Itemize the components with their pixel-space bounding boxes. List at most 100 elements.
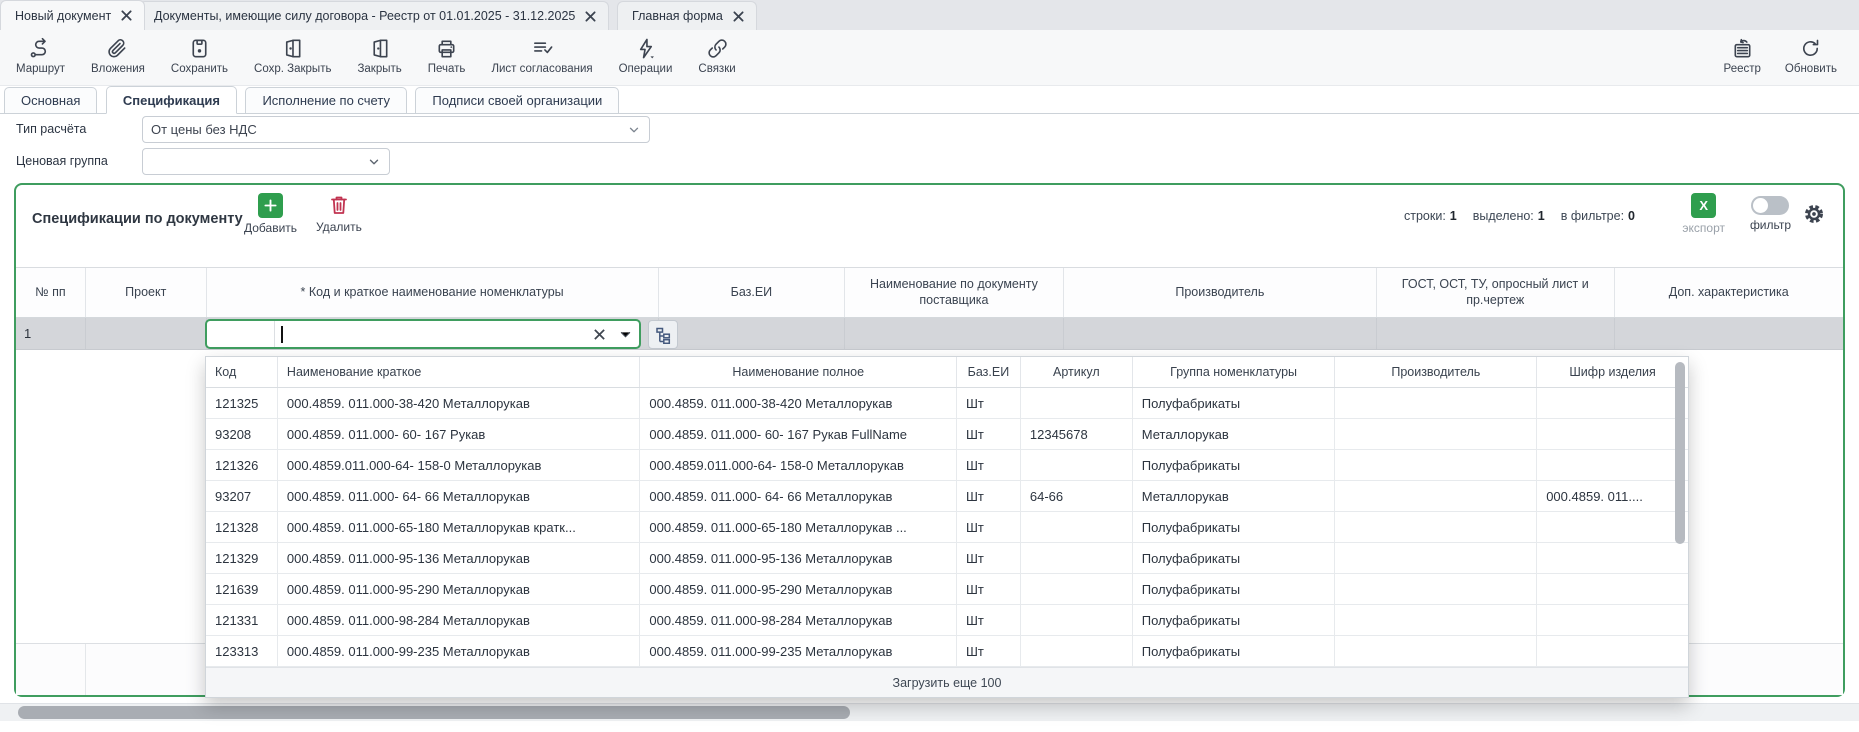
lookup-code: 121329 [206,543,278,573]
grid-column-header[interactable]: Баз.ЕИ [659,268,846,317]
attachments-button[interactable]: Вложения [91,30,145,75]
close-icon[interactable] [733,11,744,22]
load-more-button[interactable]: Загрузить еще 100 [206,667,1688,697]
window-tab-main-form[interactable]: Главная форма [617,1,757,30]
close-icon[interactable] [121,10,132,21]
paperclip-icon [106,37,129,60]
toolbar-label: Реестр [1724,63,1761,75]
lookup-full-name: 000.4859. 011.000-98-284 Металлорукав [640,605,957,635]
save-close-icon [281,37,304,60]
save-close-button[interactable]: Сохр. Закрыть [254,30,331,75]
lookup-row[interactable]: 93207 000.4859. 011.000- 64- 66 Металлор… [206,481,1688,512]
grid-column-header[interactable]: Доп. характеристика [1615,268,1844,317]
lookup-column-header[interactable]: Код [206,357,278,387]
toolbar-label: Вложения [91,63,145,75]
lookup-unit: Шт [957,450,1021,480]
lookup-column-header[interactable]: Наименование краткое [278,357,641,387]
approval-sheet-button[interactable]: Лист согласования [491,30,592,75]
add-row-button[interactable]: Добавить [244,193,297,235]
clear-icon[interactable] [587,328,612,341]
calc-type-value: От цены без НДС [151,122,257,137]
lookup-column-header[interactable]: Группа номенклатуры [1133,357,1336,387]
settings-gear-button[interactable] [1801,201,1827,227]
export-button[interactable]: X экспорт [1682,193,1725,235]
refresh-button[interactable]: Обновить [1785,30,1837,75]
lookup-manufacturer [1335,636,1537,666]
lookup-unit: Шт [957,543,1021,573]
approval-list-icon [531,37,554,60]
price-group-select[interactable] [142,148,390,175]
route-button[interactable]: Маршрут [16,30,65,75]
tab-specification[interactable]: Спецификация [106,86,237,114]
toolbar-label: Сохранить [171,63,228,75]
close-icon[interactable] [585,11,596,22]
lookup-group: Полуфабрикаты [1133,450,1336,480]
toggle-off-icon [1751,196,1789,215]
grid-column-header[interactable]: Проект [86,268,207,317]
lookup-row[interactable]: 121328 000.4859. 011.000-65-180 Металлор… [206,512,1688,543]
lookup-short-name: 000.4859.011.000-64- 158-0 Металлорукав [278,450,641,480]
grid-column-header[interactable]: Производитель [1064,268,1377,317]
lookup-code: 93207 [206,481,278,511]
lookup-article [1021,543,1133,573]
export-label: экспорт [1682,221,1725,235]
operations-button[interactable]: Операции [619,30,673,75]
toolbar-label: Связки [698,63,735,75]
lookup-row[interactable]: 93208 000.4859. 011.000- 60- 167 Рукав 0… [206,419,1688,450]
tab-own-org-signatures[interactable]: Подписи своей организации [415,87,619,114]
calc-type-select[interactable]: От цены без НДС [142,116,650,143]
tree-view-button[interactable] [648,320,678,349]
window-tab-registry[interactable]: Документы, имеющие силу договора - Реест… [139,1,609,30]
lookup-row[interactable]: 121329 000.4859. 011.000-95-136 Металлор… [206,543,1688,574]
lookup-short-name: 000.4859. 011.000- 64- 66 Металлорукав [278,481,641,511]
tab-main[interactable]: Основная [4,87,97,114]
window-tab-new-document[interactable]: Новый документ [0,0,145,30]
lookup-column-header[interactable]: Баз.ЕИ [957,357,1021,387]
lookup-manufacturer [1335,574,1537,604]
horizontal-scrollbar [0,703,1859,721]
chevron-down-icon[interactable] [612,327,639,342]
lookup-column-header[interactable]: Артикул [1021,357,1133,387]
tab-invoice-execution[interactable]: Исполнение по счету [245,87,407,114]
links-button[interactable]: Связки [698,30,735,75]
window-tab-label: Новый документ [15,9,111,23]
lookup-short-name: 000.4859. 011.000- 60- 167 Рукав [278,419,641,449]
lookup-unit: Шт [957,419,1021,449]
print-button[interactable]: Печать [428,30,466,75]
grid-column-header[interactable]: Наименование по документу поставщика [845,268,1064,317]
lookup-row[interactable]: 121326 000.4859.011.000-64- 158-0 Металл… [206,450,1688,481]
vertical-scrollbar-thumb[interactable] [1675,362,1685,544]
delete-row-button[interactable]: Удалить [316,193,362,234]
lookup-row[interactable]: 121331 000.4859. 011.000-98-284 Металлор… [206,605,1688,636]
lookup-short-name: 000.4859. 011.000-95-290 Металлорукав [278,574,641,604]
add-row-label: Добавить [244,221,297,235]
lookup-group: Полуфабрикаты [1133,636,1336,666]
delete-row-label: Удалить [316,220,362,234]
save-button[interactable]: Сохранить [171,30,228,75]
lookup-article: 12345678 [1021,419,1133,449]
lookup-cipher [1537,419,1688,449]
registry-icon [1731,37,1754,60]
nomenclature-combobox[interactable] [205,319,641,349]
registry-button[interactable]: Реестр [1724,30,1761,75]
save-icon [188,37,211,60]
tab-label: Исполнение по счету [262,93,390,108]
lookup-column-header[interactable]: Производитель [1335,357,1537,387]
nomenclature-search-input[interactable] [275,321,587,347]
lookup-row[interactable]: 121639 000.4859. 011.000-95-290 Металлор… [206,574,1688,605]
filter-toggle[interactable]: фильтр [1750,193,1791,232]
close-button[interactable]: Закрыть [357,30,401,75]
lookup-unit: Шт [957,636,1021,666]
lookup-column-header[interactable]: Наименование полное [640,357,957,387]
grid-column-header[interactable]: № пп [16,268,86,317]
lookup-short-name: 000.4859. 011.000-95-136 Металлорукав [278,543,641,573]
lookup-row[interactable]: 123313 000.4859. 011.000-99-235 Металлор… [206,636,1688,667]
lookup-column-header[interactable]: Шифр изделия [1537,357,1688,387]
lookup-row[interactable]: 121325 000.4859. 011.000-38-420 Металлор… [206,388,1688,419]
code-segment [207,321,275,347]
tab-label: Подписи своей организации [432,93,602,108]
grid-column-header[interactable]: * Код и краткое наименование номенклатур… [207,268,659,317]
extra-characteristic-cell [1615,318,1844,349]
horizontal-scrollbar-thumb[interactable] [18,706,850,719]
grid-column-header[interactable]: ГОСТ, ОСТ, ТУ, опросный лист и пр.чертеж [1377,268,1614,317]
